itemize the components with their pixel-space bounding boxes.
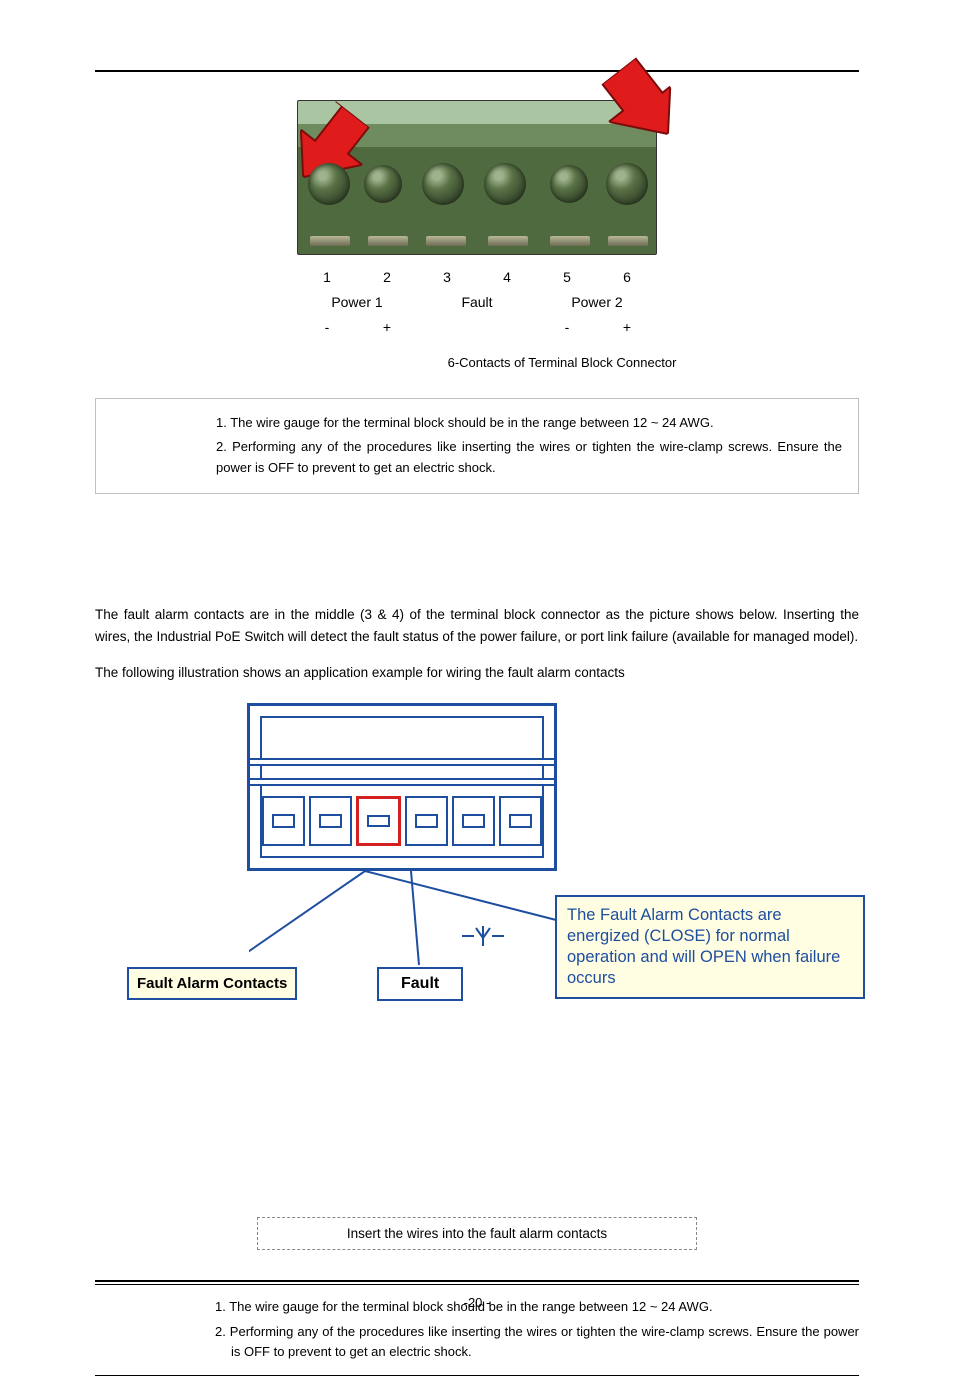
- terminal-icon: [499, 796, 542, 846]
- figure-terminal-block: 1 2 3 4 5 6 Power 1 Fault Power 2 - + - …: [95, 100, 859, 370]
- callout-fault-alarm-contacts: Fault Alarm Contacts: [127, 967, 297, 1000]
- figure-fault-alarm: Fault Alarm Contacts Fault The Fault Ala…: [95, 699, 859, 1250]
- note-box: 1. The wire gauge for the terminal block…: [95, 398, 859, 494]
- terminal-number: 2: [357, 265, 417, 290]
- screw-hole-icon: [364, 165, 402, 203]
- terminal-polarity: [417, 315, 477, 340]
- note-line: 2. Performing any of the procedures like…: [215, 1322, 859, 1364]
- body-paragraph: The fault alarm contacts are in the midd…: [95, 604, 859, 649]
- terminal-number: 4: [477, 265, 537, 290]
- note-line: 1. The wire gauge for the terminal block…: [216, 413, 842, 434]
- terminal-block-photo: [297, 100, 657, 255]
- terminal-polarity: -: [537, 315, 597, 340]
- terminal-group-label: Power 2: [537, 290, 657, 315]
- terminal-icon: [405, 796, 448, 846]
- terminal-number: 5: [537, 265, 597, 290]
- terminal-group-label: Fault: [417, 290, 537, 315]
- screw-hole-icon: [422, 163, 464, 205]
- terminal-number: 1: [297, 265, 357, 290]
- terminal-number: 3: [417, 265, 477, 290]
- screw-hole-icon: [550, 165, 588, 203]
- screw-hole-icon: [606, 163, 648, 205]
- screw-hole-icon: [308, 163, 350, 205]
- callout-explanation: The Fault Alarm Contacts are energized (…: [555, 895, 865, 999]
- terminal-group-label: Power 1: [297, 290, 417, 315]
- slot-icon: [608, 236, 648, 246]
- terminal-polarity: +: [357, 315, 417, 340]
- slot-icon: [488, 236, 528, 246]
- terminal-icon: [309, 796, 352, 846]
- body-paragraph: The following illustration shows an appl…: [95, 662, 859, 684]
- screw-hole-icon: [484, 163, 526, 205]
- diode-icon: [462, 926, 504, 950]
- terminal-block-diagram: [247, 703, 557, 871]
- callout-fault: Fault: [377, 967, 463, 1001]
- terminal-icon: [262, 796, 305, 846]
- figure-caption: 6-Contacts of Terminal Block Connector: [265, 355, 859, 370]
- terminal-highlight-icon: [356, 796, 401, 846]
- page-number: -20 -: [0, 1295, 954, 1310]
- terminal-icon: [452, 796, 495, 846]
- slot-icon: [310, 236, 350, 246]
- slot-icon: [368, 236, 408, 246]
- bottom-rule: [95, 1280, 859, 1282]
- terminal-polarity: [477, 315, 537, 340]
- instruction-box: Insert the wires into the fault alarm co…: [257, 1217, 697, 1250]
- top-rule: [95, 70, 859, 72]
- terminal-labels: 1 2 3 4 5 6 Power 1 Fault Power 2 - + - …: [297, 265, 657, 341]
- note-line: 2. Performing any of the procedures like…: [216, 437, 842, 479]
- slot-icon: [426, 236, 466, 246]
- terminal-polarity: +: [597, 315, 657, 340]
- terminal-number: 6: [597, 265, 657, 290]
- terminal-polarity: -: [297, 315, 357, 340]
- slot-icon: [550, 236, 590, 246]
